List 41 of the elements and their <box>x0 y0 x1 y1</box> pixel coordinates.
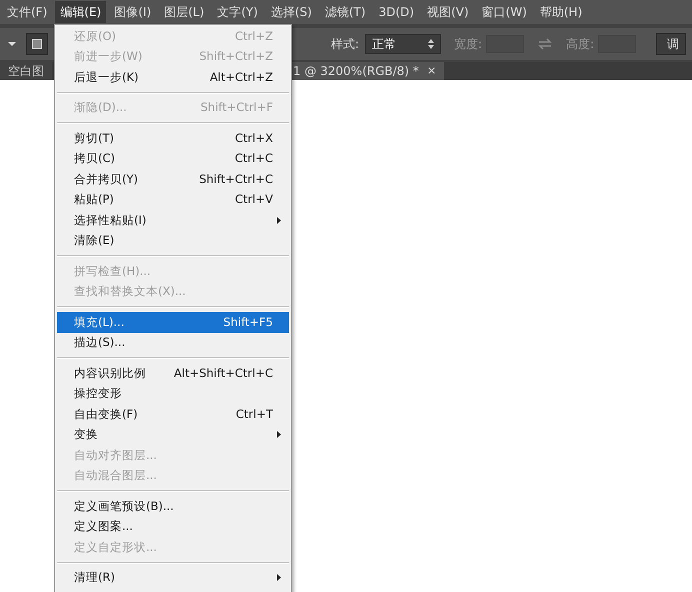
menu-entry[interactable]: 合并拷贝(Y) Shift+Ctrl+C <box>57 169 289 190</box>
menu-entry[interactable]: 内容识别比例 Alt+Shift+Ctrl+C <box>57 363 289 384</box>
marquee-tool-button[interactable] <box>26 33 48 55</box>
menu-entry[interactable]: 定义图案... <box>57 516 289 537</box>
menu-item[interactable]: 文字(Y) <box>212 1 263 23</box>
menu-entry[interactable]: 粘贴(P) Ctrl+V <box>57 190 289 210</box>
document-tab[interactable]: 空白图 <box>0 62 52 80</box>
menu-entry[interactable]: 清除(E) <box>57 230 289 251</box>
menu-item[interactable]: 滤镜(T) <box>320 1 371 23</box>
updown-icon <box>428 39 434 49</box>
square-icon <box>32 39 42 49</box>
adjust-button[interactable]: 调 <box>656 33 686 55</box>
caret-icon[interactable] <box>8 42 16 46</box>
menu-entry[interactable]: 自由变换(F) Ctrl+T <box>57 404 289 424</box>
menu-item[interactable]: 3D(D) <box>374 1 420 23</box>
submenu-arrow-icon <box>277 431 281 438</box>
menu-item[interactable]: 编辑(E) <box>55 1 106 23</box>
menu-entry[interactable]: 填充(L)... Shift+F5 <box>57 312 289 332</box>
swap-icon[interactable] <box>538 38 552 50</box>
menu-entry[interactable]: 拷贝(C) Ctrl+C <box>57 148 289 169</box>
menu-item[interactable]: 帮助(H) <box>534 1 588 23</box>
height-label: 高度: <box>566 36 594 53</box>
submenu-arrow-icon <box>277 216 281 224</box>
menu-item[interactable]: 图像(I) <box>109 1 156 23</box>
close-icon[interactable]: × <box>426 62 436 80</box>
menu-entry[interactable]: 选择性粘贴(I) <box>57 210 289 230</box>
menu-entry[interactable]: 操控变形 <box>57 384 289 404</box>
menu-item[interactable]: 图层(L) <box>159 1 210 23</box>
menu-item[interactable]: 视图(V) <box>422 1 474 23</box>
menu-item[interactable]: 窗口(W) <box>476 1 532 23</box>
submenu-arrow-icon <box>277 574 281 582</box>
menu-entry[interactable]: 变换 <box>57 424 289 445</box>
menu-entry[interactable]: 定义画笔预设(B)... <box>57 496 289 516</box>
width-label: 宽度: <box>454 36 482 53</box>
menu-entry[interactable]: 描边(S)... <box>57 332 289 353</box>
menu-item[interactable]: 文件(F) <box>2 1 52 23</box>
menu-entry[interactable]: 剪切(T) Ctrl+X <box>57 128 289 148</box>
menu-entry[interactable]: 清理(R) <box>57 568 289 588</box>
style-label: 样式: <box>331 36 360 53</box>
menu-item[interactable]: 选择(S) <box>266 1 317 23</box>
style-dropdown[interactable]: 正常 <box>365 34 442 54</box>
